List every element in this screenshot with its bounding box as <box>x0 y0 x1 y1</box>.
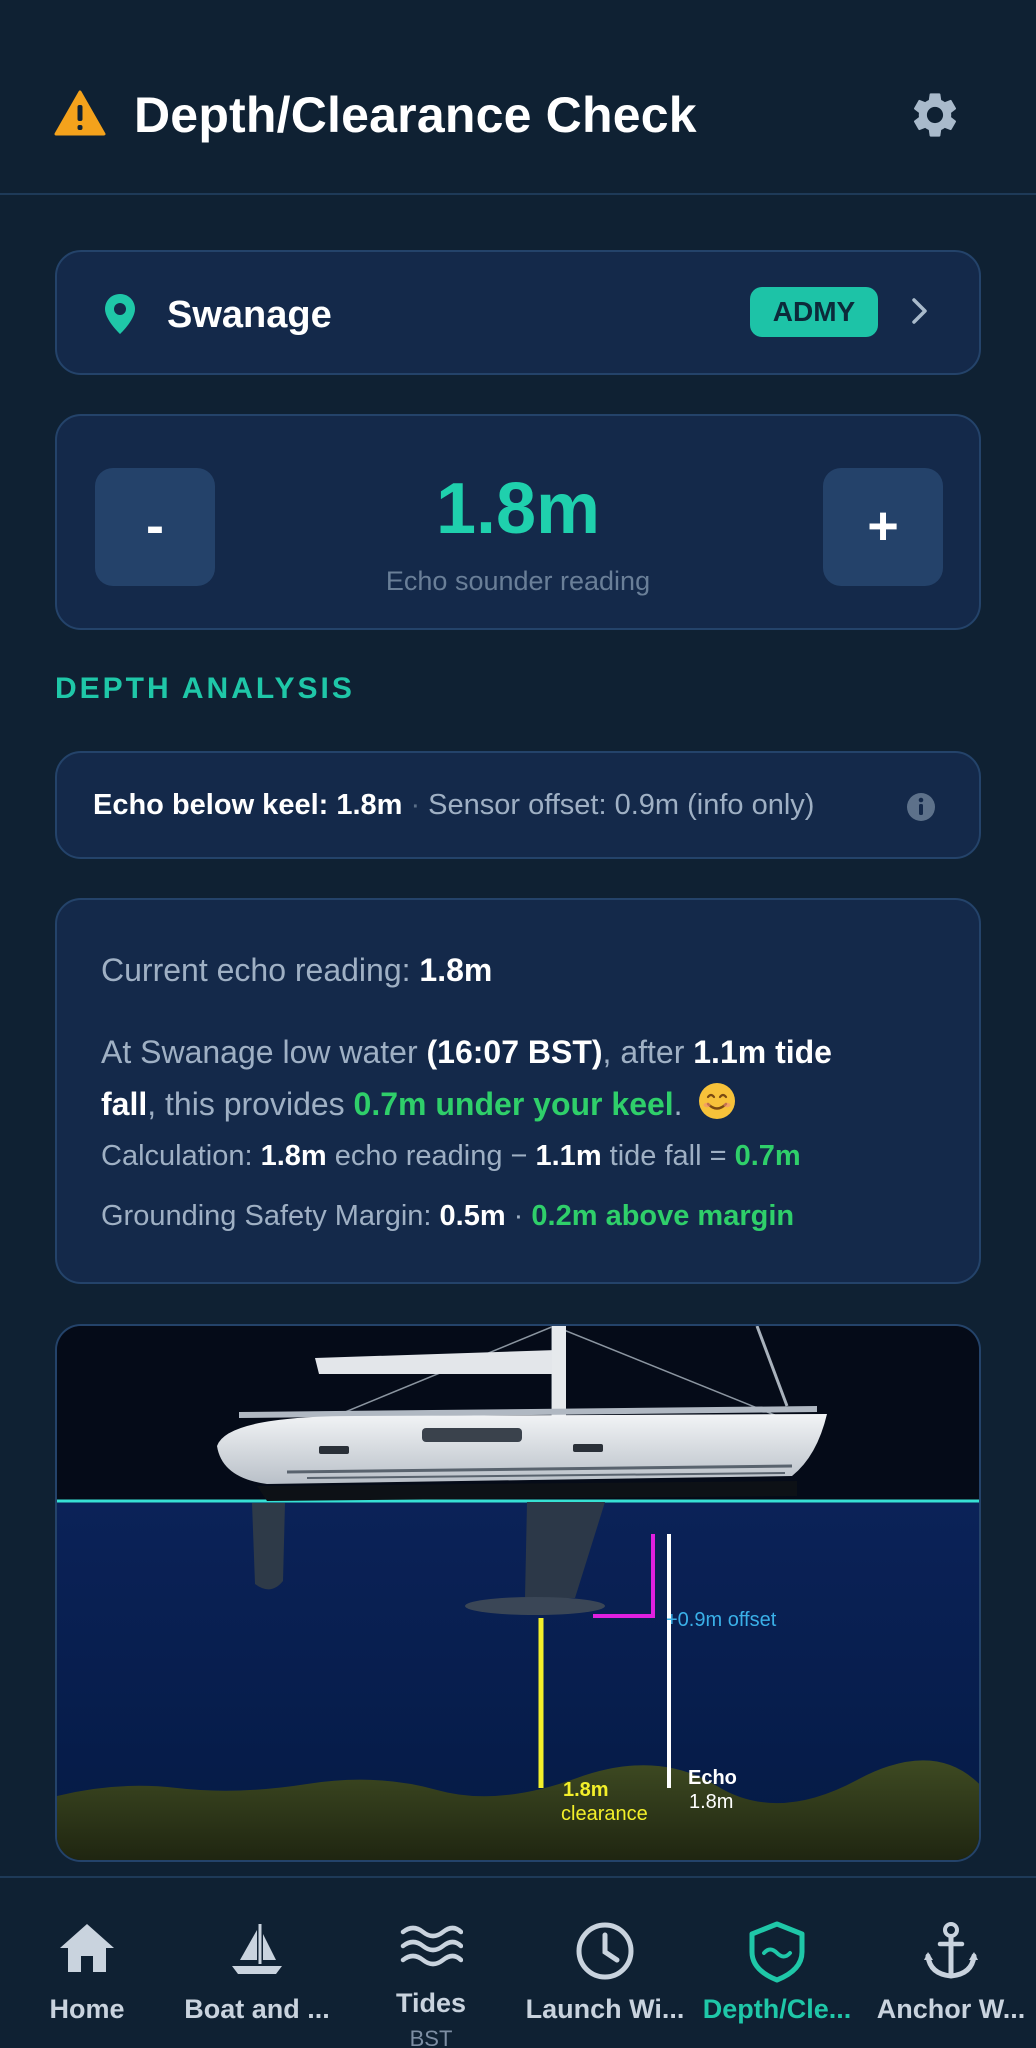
info-icon[interactable] <box>905 791 937 823</box>
sensor-offset-row: Echo below keel: 1.8m · Sensor offset: 0.9… <box>55 751 981 859</box>
sailboat-icon <box>232 1924 282 1974</box>
low-water-summary: At Swanage low water (16:07 BST), after … <box>101 1034 832 1122</box>
safety-margin-line: Grounding Safety Margin: 0.5m · 0.2m abo… <box>101 1200 795 1232</box>
rudder <box>252 1503 285 1590</box>
clock-icon <box>576 1922 634 1980</box>
page-title: Depth/Clearance Check <box>134 87 697 143</box>
echo-value: 1.8m <box>689 1791 733 1813</box>
warning-triangle-icon <box>54 90 106 136</box>
home-icon <box>60 1924 114 1972</box>
clearance-value: 1.8m <box>563 1779 609 1801</box>
depth-diagram-graphic: +0.9m offset 1.8m clearance Echo 1.8m <box>57 1326 979 1860</box>
margin-status: 0.2m above margin <box>531 1200 795 1232</box>
location-pin-icon <box>105 294 135 334</box>
location-name: Swanage <box>167 294 332 336</box>
depth-diagram: +0.9m offset 1.8m clearance Echo 1.8m <box>55 1324 981 1862</box>
gear-icon[interactable] <box>908 88 962 142</box>
nav-anchor-watch[interactable]: Anchor W... <box>866 1878 1036 2048</box>
shield-wave-icon <box>749 1921 805 1983</box>
nav-tides[interactable]: Tides BST <box>346 1878 516 2048</box>
app-header: Depth/Clearance Check <box>0 0 1036 195</box>
clearance-label: clearance <box>561 1803 648 1825</box>
sensor-offset-text: Sensor offset: 0.9m (info only) <box>428 789 815 821</box>
chevron-right-icon <box>912 298 927 324</box>
anchor-icon <box>924 1922 978 1979</box>
nav-home[interactable]: Home <box>2 1878 172 2048</box>
location-selector[interactable]: Swanage ADMY <box>55 250 981 375</box>
under-keel-value: 0.7m under your keel <box>353 1086 674 1122</box>
nav-launch-window[interactable]: Launch Wi... <box>520 1878 690 2048</box>
nav-boat[interactable]: Boat and ... <box>172 1878 342 2048</box>
keel-bulb <box>465 1597 605 1615</box>
calculation-line: Calculation: 1.8m echo reading − 1.1m ti… <box>101 1140 801 1172</box>
offset-label: +0.9m offset <box>666 1609 777 1631</box>
increase-button[interactable]: + <box>823 468 943 586</box>
current-echo-line: Current echo reading: 1.8m <box>101 952 493 988</box>
depth-analysis-card: Current echo reading: 1.8m At Swanage lo… <box>55 898 981 1284</box>
waves-icon <box>400 1925 463 1967</box>
echo-reading-card: - 1.8m Echo sounder reading + <box>55 414 981 630</box>
source-badge: ADMY <box>750 287 878 337</box>
bottom-navigation: Home Boat and ... Tides BST Launch Wi... <box>0 1876 1036 2048</box>
smiley-icon <box>698 1083 735 1119</box>
section-title: DEPTH ANALYSIS <box>55 672 355 705</box>
echo-label: Echo <box>688 1767 737 1789</box>
nav-depth-clearance[interactable]: Depth/Cle... <box>692 1878 862 2048</box>
echo-below-keel: Echo below keel: 1.8m <box>93 789 403 821</box>
